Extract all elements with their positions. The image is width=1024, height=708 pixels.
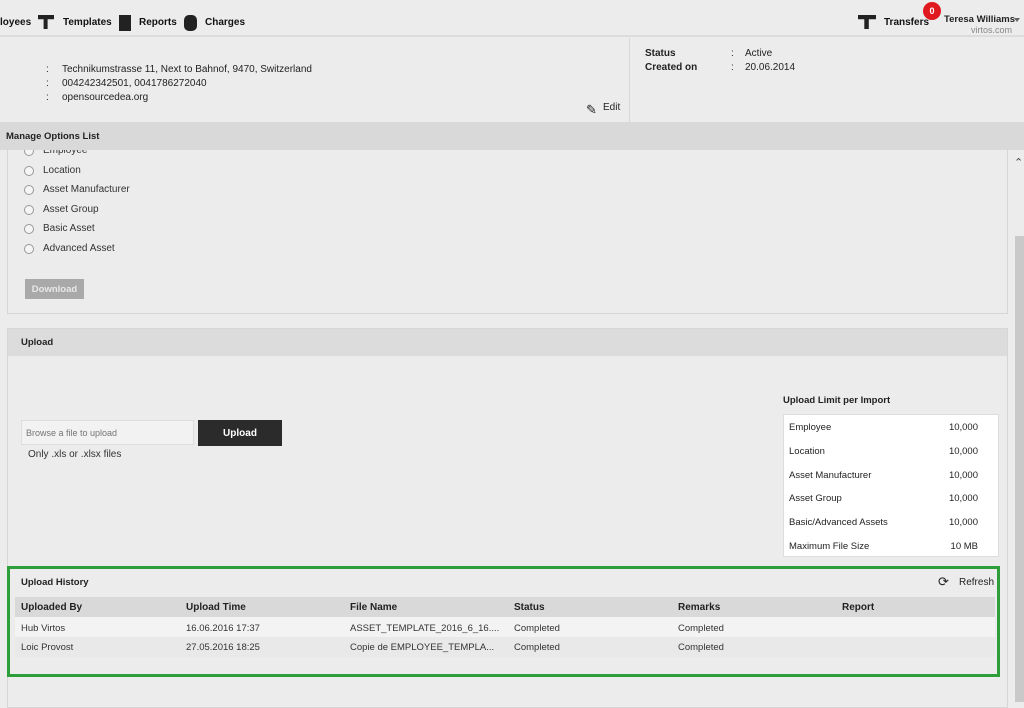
scrollbar[interactable]: ⌃	[1013, 150, 1024, 702]
upload-button[interactable]: Upload	[198, 420, 282, 446]
option-label: Basic Asset	[43, 223, 95, 234]
cell: 27.05.2016 18:25	[186, 642, 260, 653]
radio-basic-asset[interactable]	[24, 224, 34, 234]
limit-row: Asset Manufacturer 10,000	[789, 470, 978, 481]
table-row[interactable]	[15, 637, 995, 657]
download-button[interactable]: Download	[25, 279, 84, 299]
chevron-down-icon[interactable]	[1014, 18, 1020, 22]
separator: :	[46, 92, 49, 103]
phone: 004242342501, 0041786272040	[62, 78, 207, 89]
separator: :	[731, 62, 734, 73]
user-name[interactable]: Teresa Williams	[944, 14, 1015, 25]
option-label: Asset Group	[43, 204, 99, 215]
manage-options-header-overlay: Manage Options List	[0, 122, 1024, 150]
edit-button[interactable]: Edit	[603, 102, 620, 113]
upload-header: Upload	[8, 329, 1007, 356]
option-label: Advanced Asset	[43, 243, 115, 254]
nav-charges[interactable]: Charges	[205, 17, 245, 28]
scroll-up-icon[interactable]: ⌃	[1014, 156, 1023, 169]
nav-employees[interactable]: loyees	[0, 17, 31, 28]
notification-badge[interactable]: 0	[923, 2, 941, 20]
scrollbar-thumb[interactable]	[1015, 236, 1024, 702]
col-status[interactable]: Status	[514, 602, 545, 613]
reports-icon	[119, 15, 131, 31]
col-report[interactable]: Report	[842, 602, 874, 613]
separator: :	[46, 64, 49, 75]
cell: Completed	[678, 642, 724, 653]
cell: Completed	[514, 623, 560, 634]
limit-row: Location 10,000	[789, 446, 978, 457]
options-panel	[7, 150, 1008, 314]
created-value: 20.06.2014	[745, 62, 796, 73]
option-label: Location	[43, 165, 81, 176]
status-label: Status	[645, 48, 676, 59]
website: opensourcedea.org	[62, 92, 149, 103]
cell: Copie de EMPLOYEE_TEMPLA...	[350, 642, 495, 653]
upload-history-title: Upload History	[21, 577, 89, 588]
company-info: : Technikumstrasse 11, Next to Bahnof, 9…	[0, 38, 1024, 122]
templates-icon	[38, 15, 54, 29]
col-uploaded-by[interactable]: Uploaded By	[21, 602, 82, 613]
cell: Loic Provost	[21, 642, 74, 653]
limit-row: Asset Group 10,000	[789, 493, 978, 504]
cell: ASSET_TEMPLATE_2016_6_16....	[350, 623, 500, 634]
separator: :	[46, 78, 49, 89]
col-remarks[interactable]: Remarks	[678, 602, 720, 613]
user-domain: virtos.com	[970, 25, 1012, 35]
upload-limit-table: Employee 10,000 Location 10,000 Asset Manu…	[783, 414, 999, 557]
refresh-icon[interactable]: ⟳	[938, 574, 949, 590]
nav-transfers[interactable]: Transfers	[884, 17, 929, 28]
top-nav: loyees Templates Reports Charges Transfe…	[0, 0, 1024, 37]
address: Technikumstrasse 11, Next to Bahnof, 947…	[62, 64, 312, 75]
radio-asset-manufacturer[interactable]	[24, 185, 34, 195]
upload-limit-title: Upload Limit per Import	[783, 395, 891, 406]
file-input[interactable]	[21, 420, 194, 445]
charges-icon	[184, 15, 197, 31]
limit-row: Maximum File Size 10 MB	[789, 541, 978, 552]
limit-row: Basic/Advanced Assets 10,000	[789, 517, 978, 528]
cell: 16.06.2016 17:37	[186, 623, 260, 634]
nav-templates[interactable]: Templates	[63, 17, 112, 28]
col-file-name[interactable]: File Name	[350, 602, 397, 613]
refresh-button[interactable]: Refresh	[959, 577, 994, 588]
created-label: Created on	[645, 62, 698, 73]
status-value: Active	[745, 48, 773, 59]
cell: Hub Virtos	[21, 623, 66, 634]
nav-reports[interactable]: Reports	[139, 17, 177, 28]
col-upload-time[interactable]: Upload Time	[186, 602, 246, 613]
upload-history: Upload History ⟳ Refresh Uploaded By Upl…	[7, 566, 1000, 677]
radio-location[interactable]	[24, 166, 34, 176]
radio-advanced-asset[interactable]	[24, 244, 34, 254]
separator: :	[731, 48, 734, 59]
edit-icon[interactable]: ✎	[586, 102, 597, 118]
file-hint: Only .xls or .xlsx files	[28, 449, 122, 460]
limit-row: Employee 10,000	[789, 422, 978, 433]
divider	[629, 38, 630, 122]
cell: Completed	[678, 623, 724, 634]
option-label: Asset Manufacturer	[43, 184, 130, 195]
transfers-icon	[858, 15, 876, 29]
radio-asset-group[interactable]	[24, 205, 34, 215]
table-row[interactable]	[15, 617, 995, 637]
cell: Completed	[514, 642, 560, 653]
